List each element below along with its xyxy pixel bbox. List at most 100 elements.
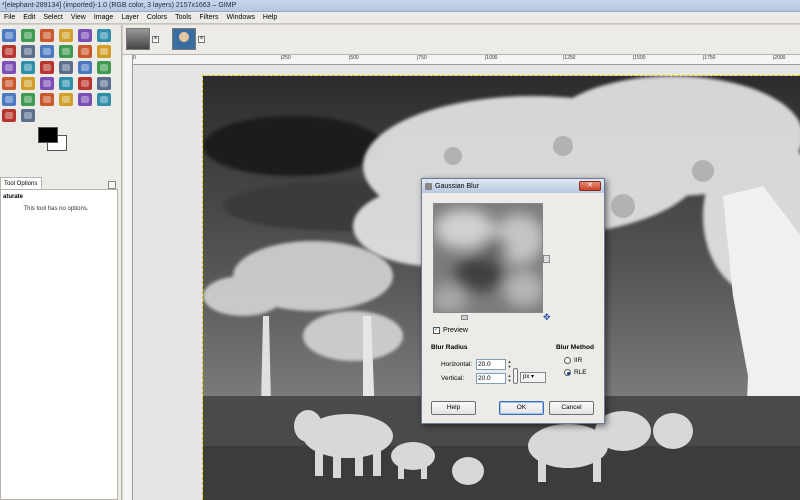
cage-transform-tool-icon[interactable] <box>21 77 35 90</box>
method-rle-label: RLE <box>574 369 587 376</box>
color-picker-tool-icon[interactable] <box>40 45 54 58</box>
rect-select-tool-icon[interactable] <box>2 29 16 42</box>
scissors-select-tool-icon[interactable] <box>97 29 111 42</box>
dialog-titlebar[interactable]: Gaussian Blur <box>422 179 604 193</box>
shear-tool-icon[interactable] <box>78 61 92 74</box>
checkbox-icon[interactable]: ✓ <box>433 327 440 334</box>
preview-vertical-scrollbar[interactable] <box>543 203 550 313</box>
menu-colors[interactable]: Colors <box>143 14 171 21</box>
foreground-color-swatch[interactable] <box>38 127 58 143</box>
horizontal-radius-input[interactable]: 20.0 <box>476 359 506 370</box>
text-tool-icon[interactable] <box>40 77 54 90</box>
help-button[interactable]: Help <box>431 401 476 415</box>
vertical-radius-input[interactable]: 20.0 <box>476 373 506 384</box>
close-tab-icon[interactable]: × <box>152 36 159 43</box>
move-tool-icon[interactable] <box>97 45 111 58</box>
tool-note: This tool has no options. <box>23 206 89 212</box>
heal-tool-icon[interactable] <box>78 93 92 106</box>
gaussian-blur-dialog: Gaussian Blur ✕ ✥ ✓ Preview Blur Radius … <box>421 178 605 424</box>
dialog-title: Gaussian Blur <box>435 182 479 190</box>
tool-grid <box>0 28 122 124</box>
flip-tool-icon[interactable] <box>2 77 16 90</box>
ok-button[interactable]: OK <box>499 401 544 415</box>
ellipse-select-tool-icon[interactable] <box>21 29 35 42</box>
dodge-burn-tool-icon[interactable] <box>21 109 35 122</box>
method-iir-option[interactable]: IIR <box>564 357 582 364</box>
preview-toggle[interactable]: ✓ Preview <box>433 327 468 334</box>
free-select-tool-icon[interactable] <box>40 29 54 42</box>
radio-icon[interactable] <box>564 357 571 364</box>
ruler-label: |500 <box>349 55 359 61</box>
unit-select[interactable]: px ▾ <box>520 372 546 383</box>
tool-name: aturate <box>3 194 24 200</box>
blur-preview[interactable] <box>433 203 543 313</box>
ink-tool-icon[interactable] <box>59 93 73 106</box>
zoom-tool-icon[interactable] <box>59 45 73 58</box>
vertical-label: Vertical: <box>441 375 465 382</box>
gimp-icon <box>425 182 432 190</box>
pencil-tool-icon[interactable] <box>97 77 111 90</box>
ruler-label: |1750 <box>703 55 716 61</box>
ruler-label: |1500 <box>633 55 646 61</box>
airbrush-tool-icon[interactable] <box>40 93 54 106</box>
paths-tool-icon[interactable] <box>21 45 35 58</box>
vertical-ruler[interactable] <box>123 55 133 500</box>
navigate-icon[interactable]: ✥ <box>543 313 552 322</box>
image-tabs: × × <box>123 25 800 55</box>
menu-filters[interactable]: Filters <box>195 14 222 21</box>
bucket-fill-tool-icon[interactable] <box>59 77 73 90</box>
clone-tool-icon[interactable] <box>97 93 111 106</box>
menu-help[interactable]: Help <box>259 14 281 21</box>
eraser-tool-icon[interactable] <box>21 93 35 106</box>
ruler-label: |1250 <box>563 55 576 61</box>
perspective-tool-icon[interactable] <box>97 61 111 74</box>
horizontal-ruler[interactable]: 0 |250 |500 |750 |1000 |1250 |1500 |1750… <box>133 55 800 65</box>
fuzzy-select-tool-icon[interactable] <box>59 29 73 42</box>
scroll-thumb[interactable] <box>461 315 468 320</box>
menu-image[interactable]: Image <box>90 14 117 21</box>
tab-menu-icon[interactable] <box>108 181 116 189</box>
menu-windows[interactable]: Windows <box>222 14 258 21</box>
menu-bar: File Edit Select View Image Layer Colors… <box>0 12 800 24</box>
window-title: *[elephant-289134] (imported)-1.0 (RGB c… <box>0 0 800 12</box>
image-tab-portrait[interactable] <box>172 28 196 50</box>
image-tab-elephant[interactable] <box>126 28 150 50</box>
radio-selected-icon[interactable] <box>564 369 571 376</box>
cancel-button[interactable]: Cancel <box>549 401 594 415</box>
method-rle-option[interactable]: RLE <box>564 369 587 376</box>
blur-method-title: Blur Method <box>556 344 594 351</box>
ruler-label: |2000 <box>773 55 786 61</box>
preview-image <box>434 204 542 312</box>
menu-view[interactable]: View <box>67 14 90 21</box>
close-button[interactable]: ✕ <box>579 181 601 191</box>
tab-tool-options[interactable]: Tool Options <box>0 177 42 189</box>
crop-tool-icon[interactable] <box>21 61 35 74</box>
blur-radius-title: Blur Radius <box>431 344 468 351</box>
rotate-tool-icon[interactable] <box>40 61 54 74</box>
menu-edit[interactable]: Edit <box>19 14 39 21</box>
color-select-tool-icon[interactable] <box>78 29 92 42</box>
paintbrush-tool-icon[interactable] <box>2 93 16 106</box>
horizontal-label: Horizontal: <box>441 361 473 368</box>
foreground-select-tool-icon[interactable] <box>2 45 16 58</box>
chain-link-icon[interactable] <box>513 368 518 384</box>
vertical-spinner[interactable]: ▲ ▼ <box>507 373 512 384</box>
tool-options-panel: aturate This tool has no options. <box>0 189 118 500</box>
color-swatches <box>35 125 69 153</box>
align-tool-icon[interactable] <box>2 61 16 74</box>
measure-tool-icon[interactable] <box>78 45 92 58</box>
toolbox-panel: Tool Options aturate This tool has no op… <box>0 25 122 500</box>
scale-tool-icon[interactable] <box>59 61 73 74</box>
ruler-label: |1000 <box>485 55 498 61</box>
blend-tool-icon[interactable] <box>78 77 92 90</box>
preview-horizontal-scrollbar[interactable] <box>433 314 543 321</box>
menu-tools[interactable]: Tools <box>171 14 195 21</box>
smudge-tool-icon[interactable] <box>2 109 16 122</box>
menu-select[interactable]: Select <box>39 14 66 21</box>
close-tab-icon[interactable]: × <box>198 36 205 43</box>
menu-file[interactable]: File <box>0 14 19 21</box>
ruler-label: 0 <box>133 55 136 61</box>
menu-layer[interactable]: Layer <box>117 14 143 21</box>
horizontal-spinner[interactable]: ▲ ▼ <box>507 359 512 370</box>
scroll-thumb[interactable] <box>543 255 550 263</box>
